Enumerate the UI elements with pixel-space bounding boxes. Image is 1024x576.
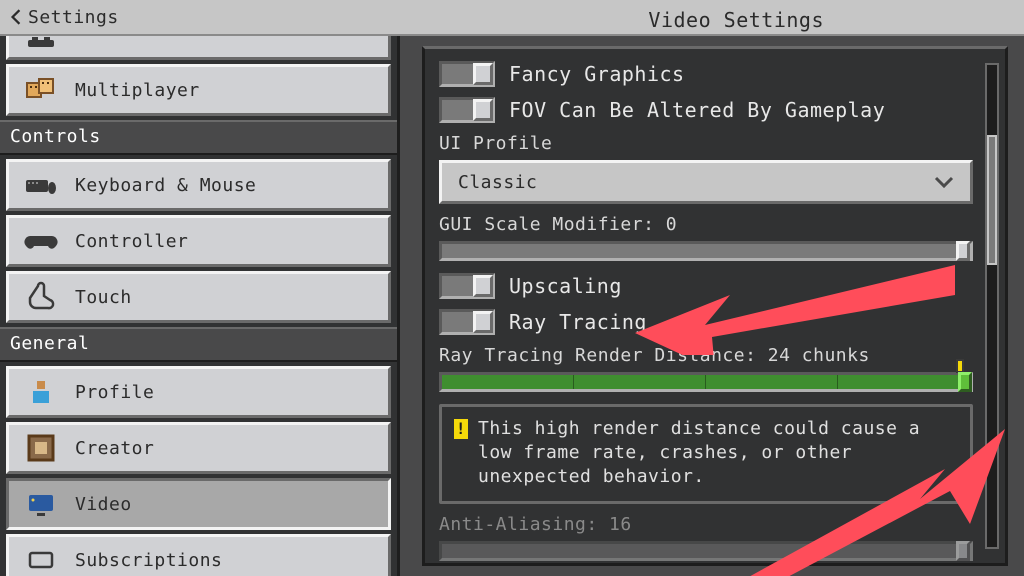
toggle-ray-tracing[interactable]	[439, 309, 495, 335]
sidebar-item-profile[interactable]: Profile	[6, 366, 391, 418]
warning-text: This high render distance could cause a …	[478, 417, 958, 489]
aa-label: Anti-Aliasing: 16	[439, 514, 991, 535]
slider-rt-distance[interactable]	[439, 372, 973, 392]
sidebar-item-label: Creator	[75, 438, 154, 459]
fov-label: FOV Can Be Altered By Gameplay	[509, 98, 885, 122]
video-icon	[23, 486, 59, 522]
chevron-down-icon	[934, 175, 954, 189]
gui-scale-label: GUI Scale Modifier: 0	[439, 214, 991, 235]
sidebar-item-label: Subscriptions	[75, 550, 222, 571]
dropdown-value: Classic	[458, 172, 537, 193]
back-button[interactable]: Settings	[0, 7, 119, 28]
back-label: Settings	[28, 7, 119, 28]
ui-profile-heading: UI Profile	[439, 133, 991, 154]
sidebar-item-label: Profile	[75, 382, 154, 403]
sidebar-item-label: Multiplayer	[75, 80, 200, 101]
page-title: Video Settings	[648, 8, 824, 32]
sidebar-item-keyboard-mouse[interactable]: Keyboard & Mouse	[6, 159, 391, 211]
creator-icon	[23, 430, 59, 466]
sidebar-item-label: Touch	[75, 287, 132, 308]
sidebar-item-creator[interactable]: Creator	[6, 422, 391, 474]
sidebar-item-label: Controller	[75, 231, 188, 252]
warning-box: ! This high render distance could cause …	[439, 404, 973, 504]
keyboard-mouse-icon	[23, 167, 59, 203]
warning-icon: !	[454, 419, 468, 439]
scrollbar-thumb[interactable]	[987, 135, 997, 265]
touch-icon	[23, 279, 59, 315]
sidebar-item-video[interactable]: Video	[6, 478, 391, 530]
header-bar: Settings Video Settings	[0, 0, 1024, 36]
sidebar-item-subscriptions[interactable]: Subscriptions	[6, 534, 391, 576]
sidebar: Multiplayer Controls Keyboard & Mouse Co…	[0, 36, 400, 576]
sidebar-item-multiplayer[interactable]: Multiplayer	[6, 64, 391, 116]
rt-distance-label: Ray Tracing Render Distance: 24 chunks	[439, 345, 991, 366]
sidebar-item-touch[interactable]: Touch	[6, 271, 391, 323]
settings-panel: Fancy Graphics FOV Can Be Altered By Gam…	[400, 36, 1024, 576]
sidebar-item-partial[interactable]	[6, 36, 391, 60]
profile-icon	[23, 374, 59, 410]
toggle-fancy-graphics[interactable]	[439, 61, 495, 87]
ray-tracing-label: Ray Tracing	[509, 310, 647, 334]
fancy-graphics-label: Fancy Graphics	[509, 62, 685, 86]
multiplayer-icon	[23, 72, 59, 108]
chevron-left-icon	[10, 9, 22, 25]
upscaling-label: Upscaling	[509, 274, 622, 298]
controller-icon	[23, 223, 59, 259]
toggle-upscaling[interactable]	[439, 273, 495, 299]
scrollbar[interactable]	[985, 63, 999, 549]
dropdown-ui-profile[interactable]: Classic	[439, 160, 973, 204]
sidebar-item-label: Video	[75, 494, 132, 515]
warning-marker-icon	[956, 359, 964, 373]
sidebar-section-general: General	[0, 327, 397, 362]
sidebar-section-controls: Controls	[0, 120, 397, 155]
generic-icon	[23, 36, 59, 52]
sidebar-item-controller[interactable]: Controller	[6, 215, 391, 267]
slider-anti-aliasing[interactable]	[439, 541, 973, 561]
slider-gui-scale[interactable]	[439, 241, 973, 261]
sidebar-item-label: Keyboard & Mouse	[75, 175, 256, 196]
toggle-fov-gameplay[interactable]	[439, 97, 495, 123]
subscriptions-icon	[23, 542, 59, 576]
